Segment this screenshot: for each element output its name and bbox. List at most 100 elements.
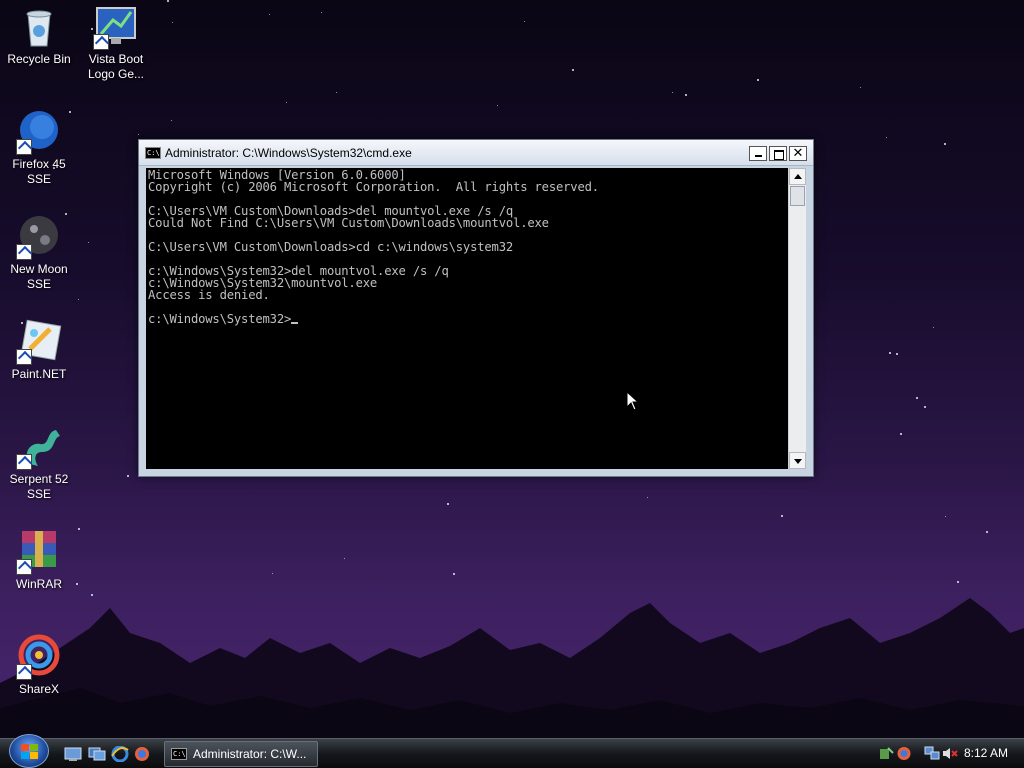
window-titlebar[interactable]: C:\ Administrator: C:\Windows\System32\c… (139, 140, 813, 166)
desktop-icon-label: Paint.NET (11, 367, 67, 381)
taskbar-button-cmd[interactable]: C:\ Administrator: C:\W... (164, 741, 318, 767)
star (336, 92, 337, 93)
console-output[interactable]: Microsoft Windows [Version 6.0.6000] Cop… (146, 168, 788, 469)
console-prompt: c:\Windows\System32> (148, 312, 292, 326)
vertical-scrollbar[interactable] (788, 168, 806, 469)
star (78, 528, 80, 530)
star (138, 134, 139, 135)
maximize-button[interactable] (769, 146, 787, 161)
system-clock[interactable]: 8:12 AM (964, 746, 1008, 760)
desktop-icon-serpent[interactable]: Serpent 52 SSE (0, 424, 78, 502)
new-moon-icon (16, 214, 62, 260)
window-title: Administrator: C:\Windows\System32\cmd.e… (165, 145, 412, 160)
star (286, 102, 287, 103)
desktop-icon-sharex[interactable]: ShareX (0, 634, 78, 697)
winrar-icon (16, 529, 62, 575)
cmd-window[interactable]: C:\ Administrator: C:\Windows\System32\c… (138, 139, 814, 477)
star (986, 531, 988, 533)
star (886, 137, 887, 138)
star (781, 515, 783, 517)
cmd-app-icon[interactable]: C:\ (145, 146, 161, 159)
desktop-icon-label: Serpent 52 SSE (9, 472, 69, 501)
mouse-pointer-icon (626, 391, 640, 411)
star (497, 105, 498, 106)
cmd-app-icon: C:\ (171, 748, 187, 760)
star (172, 22, 173, 23)
star (167, 0, 169, 2)
browser-quicklaunch-icon[interactable] (133, 746, 151, 762)
browser-tray-icon[interactable] (896, 746, 912, 761)
star (572, 69, 574, 71)
star (685, 94, 687, 96)
console-line: Could Not Find C:\Users\VM Custom\Downlo… (148, 216, 549, 230)
paint-net-icon (16, 319, 62, 365)
switch-windows-icon[interactable] (88, 746, 106, 762)
desktop-icon-vista-boot-logo[interactable]: Vista Boot Logo Ge... (77, 4, 155, 82)
shortcut-arrow-icon (16, 139, 32, 155)
star (916, 397, 918, 399)
desktop-icon-label: Firefox 45 SSE (12, 157, 66, 186)
taskbar-button-label: Administrator: C:\W... (193, 747, 307, 761)
windows-logo-icon (21, 744, 39, 760)
desktop-icon-label: New Moon SSE (10, 262, 68, 291)
console-prompt-line[interactable]: c:\Windows\System32> (148, 313, 786, 325)
vista-boot-logo-icon (93, 4, 139, 50)
star (171, 120, 172, 121)
star (900, 433, 902, 435)
star (757, 79, 759, 81)
console-line: Access is denied. (148, 288, 270, 302)
scroll-down-arrow-icon[interactable] (789, 452, 806, 469)
star (896, 353, 898, 355)
shortcut-arrow-icon (16, 559, 32, 575)
network-icon[interactable] (924, 746, 940, 761)
shortcut-arrow-icon (93, 34, 109, 50)
star (127, 475, 129, 477)
star (860, 87, 861, 88)
star (88, 242, 89, 243)
star (272, 573, 273, 574)
star (647, 497, 648, 498)
desktop-icon-recycle-bin[interactable]: Recycle Bin (0, 4, 78, 67)
serpent-icon (16, 424, 62, 470)
star (78, 299, 79, 300)
star (524, 21, 525, 22)
show-desktop-icon[interactable] (64, 746, 82, 762)
star (957, 581, 959, 583)
shortcut-arrow-icon (16, 664, 32, 680)
shortcut-arrow-icon (16, 454, 32, 470)
firefox-icon (16, 109, 62, 155)
desktop-icon-label: Vista Boot Logo Ge... (87, 52, 145, 81)
shortcut-arrow-icon (16, 349, 32, 365)
star (344, 558, 345, 559)
desktop-icon-label: ShareX (18, 682, 60, 696)
close-button[interactable]: ✕ (789, 146, 807, 161)
scroll-up-arrow-icon[interactable] (789, 168, 806, 185)
star (889, 352, 891, 354)
desktop-icon-new-moon[interactable]: New Moon SSE (0, 214, 78, 292)
star (945, 516, 946, 517)
desktop-icon-firefox[interactable]: Firefox 45 SSE (0, 109, 78, 187)
safely-remove-hardware-icon[interactable] (878, 746, 894, 761)
text-cursor (291, 322, 299, 324)
mountain-silhouette (0, 598, 1024, 738)
desktop-icon-label: Recycle Bin (7, 52, 71, 66)
recycle-bin-icon (16, 4, 62, 50)
star (672, 92, 673, 93)
scrollbar-thumb[interactable] (790, 186, 805, 206)
minimize-button[interactable] (749, 146, 767, 161)
star (447, 503, 449, 505)
star (321, 12, 322, 13)
window-controls: ✕ (749, 146, 807, 161)
star (453, 573, 455, 575)
sharex-icon (16, 634, 62, 680)
system-tray: 8:12 AM (864, 738, 1024, 768)
console-line: Copyright (c) 2006 Microsoft Corporation… (148, 180, 599, 194)
internet-explorer-icon[interactable] (111, 746, 129, 762)
volume-muted-icon[interactable] (942, 746, 958, 761)
desktop-icon-winrar[interactable]: WinRAR (0, 529, 78, 592)
start-button[interactable] (9, 734, 49, 768)
desktop-icon-label: WinRAR (15, 577, 62, 591)
star (924, 406, 926, 408)
console-line: C:\Users\VM Custom\Downloads>cd c:\windo… (148, 240, 514, 254)
desktop-icon-paint-net[interactable]: Paint.NET (0, 319, 78, 382)
